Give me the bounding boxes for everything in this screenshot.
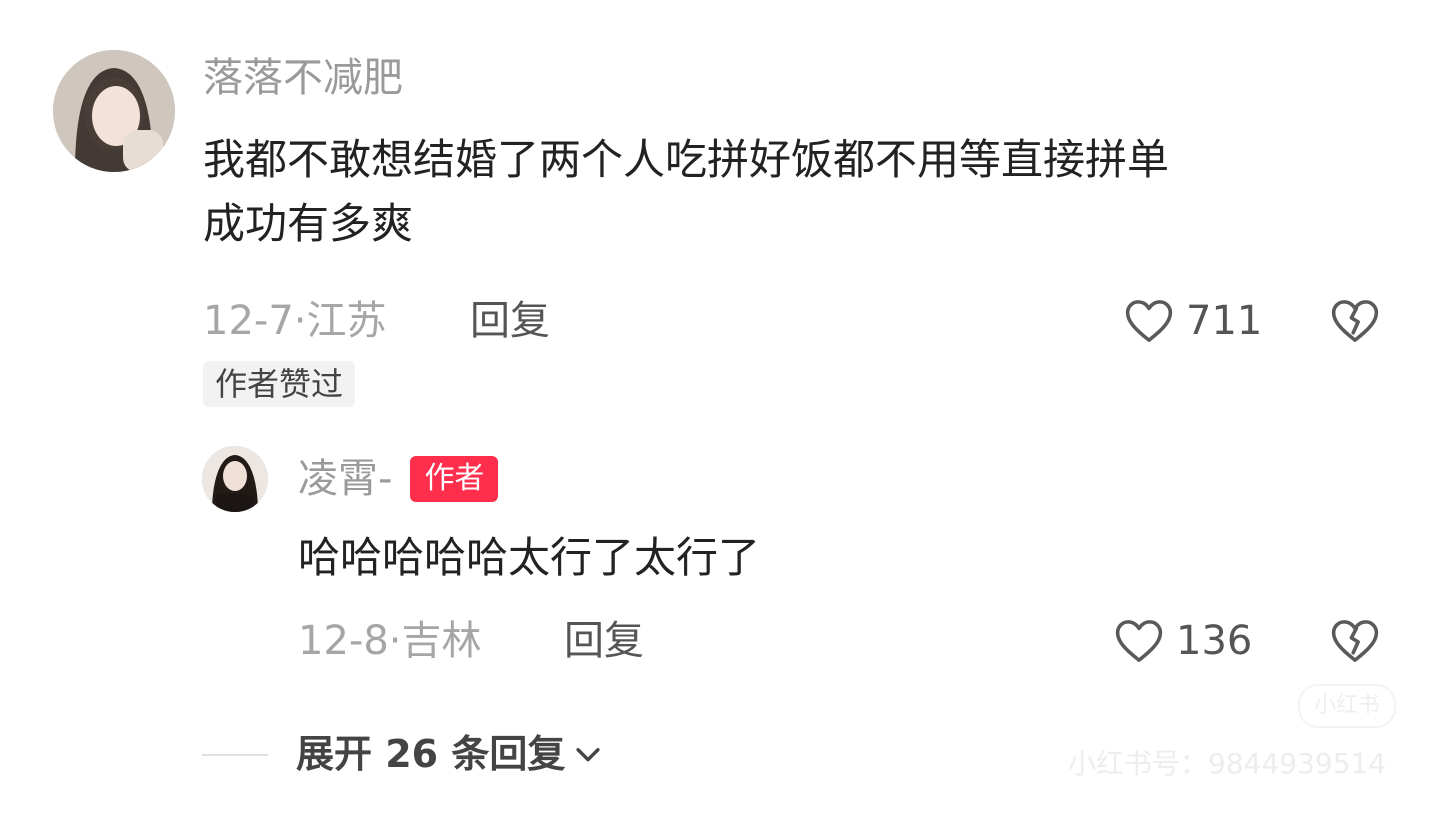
- reply-location: 吉林: [401, 618, 482, 664]
- reply-username[interactable]: 凌霄-: [298, 459, 392, 499]
- reply-header: 凌霄- 作者: [298, 456, 499, 502]
- reply-reply-button[interactable]: 回复: [564, 621, 644, 661]
- avatar-image: [53, 50, 175, 172]
- comment-like-button[interactable]: 711: [1122, 294, 1262, 348]
- comment-like-count: 711: [1186, 298, 1263, 344]
- reply-date: 12-8: [298, 618, 389, 664]
- expand-replies-label: 展开 26 条回复: [296, 732, 566, 776]
- expand-replies-button[interactable]: 展开 26 条回复: [296, 735, 605, 773]
- reply-dislike-button[interactable]: [1328, 614, 1382, 672]
- meta-separator: ·: [388, 618, 402, 664]
- watermark-id: 小红书号：9844939514: [1068, 747, 1387, 780]
- reply-meta: 12-8·吉林: [298, 621, 482, 661]
- comment-username[interactable]: 落落不减肥: [203, 58, 403, 98]
- comment-meta: 12-7·江苏: [203, 301, 387, 341]
- reply-avatar[interactable]: [202, 446, 268, 512]
- broken-heart-icon: [1331, 620, 1379, 662]
- avatar[interactable]: [53, 50, 175, 172]
- comment-content-line: 我都不敢想结婚了两个人吃拼好饭都不用等直接拼单: [203, 135, 1170, 184]
- author-liked-badge: 作者赞过: [203, 361, 356, 407]
- reply-like-button[interactable]: 136: [1112, 614, 1252, 668]
- reply-like-count: 136: [1176, 618, 1253, 664]
- author-badge: 作者: [410, 456, 499, 502]
- avatar-image: [202, 446, 268, 512]
- heart-outline-icon: [1125, 300, 1173, 342]
- comment-content: 我都不敢想结婚了两个人吃拼好饭都不用等直接拼单 成功有多爽: [203, 128, 1403, 256]
- reply-content: 哈哈哈哈哈太行了太行了: [298, 533, 761, 582]
- heart-outline-icon: [1115, 620, 1163, 662]
- chevron-down-icon: [576, 748, 600, 762]
- comment-location: 江苏: [306, 298, 387, 344]
- comment-dislike-button[interactable]: [1328, 294, 1382, 352]
- comment-reply-button[interactable]: 回复: [470, 301, 550, 341]
- comment-content-line: 成功有多爽: [203, 199, 414, 248]
- watermark-logo: 小红书: [1298, 684, 1397, 728]
- expand-divider: [202, 754, 268, 756]
- meta-separator: ·: [293, 298, 307, 344]
- broken-heart-icon: [1331, 300, 1379, 342]
- comment-date: 12-7: [203, 298, 294, 344]
